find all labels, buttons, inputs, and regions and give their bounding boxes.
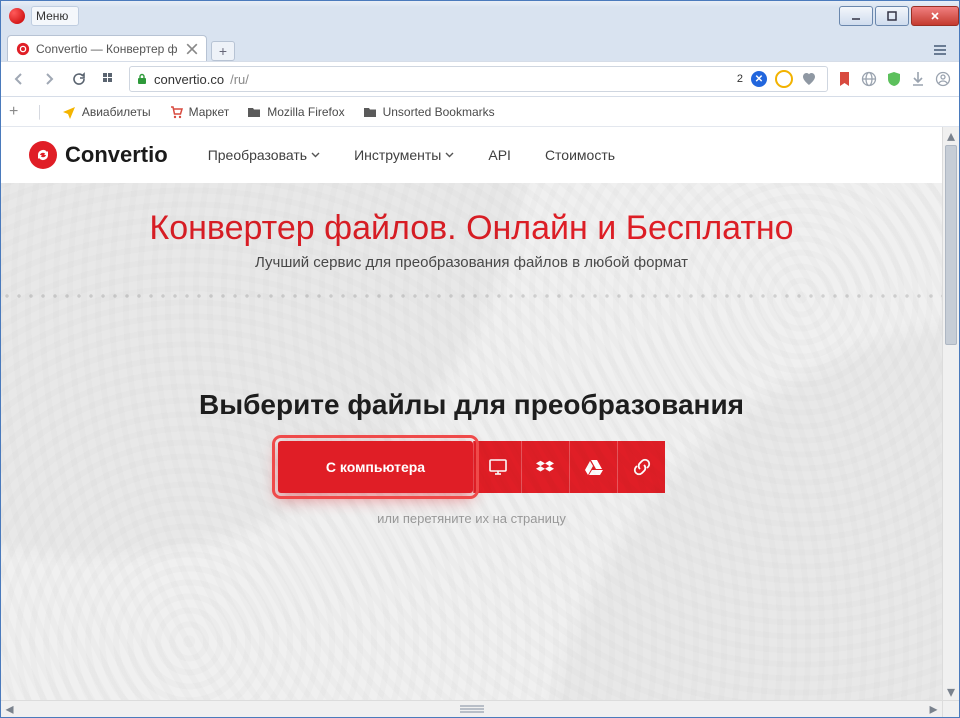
tab-close-icon[interactable] bbox=[186, 43, 198, 55]
nav-api[interactable]: API bbox=[488, 147, 511, 163]
globe-icon[interactable] bbox=[861, 71, 877, 87]
tab-bar: Convertio — Конвертер ф + bbox=[1, 31, 959, 61]
menu-button[interactable]: Меню bbox=[31, 6, 79, 26]
speed-dial-button[interactable] bbox=[99, 69, 119, 89]
nav-label: Преобразовать bbox=[208, 147, 307, 163]
nav-forward-button[interactable] bbox=[39, 69, 59, 89]
download-icon[interactable] bbox=[911, 71, 925, 87]
cart-icon bbox=[169, 105, 183, 119]
nav-reload-button[interactable] bbox=[69, 69, 89, 89]
nav-tools[interactable]: Инструменты bbox=[354, 147, 454, 163]
site-logo[interactable]: Convertio bbox=[29, 141, 168, 169]
select-files-title: Выберите файлы для преобразования bbox=[1, 389, 942, 421]
bookmark-label: Авиабилеты bbox=[82, 105, 151, 119]
nav-label: Стоимость bbox=[545, 147, 615, 163]
scroll-left-button[interactable]: ◂ bbox=[1, 701, 18, 717]
nav-pricing[interactable]: Стоимость bbox=[545, 147, 615, 163]
horizontal-scrollbar[interactable]: ◂ ▸ bbox=[1, 700, 942, 717]
from-url-button[interactable] bbox=[617, 441, 665, 493]
chevron-down-icon bbox=[445, 152, 454, 158]
bookmark-item[interactable]: Unsorted Bookmarks bbox=[363, 105, 495, 119]
bookmark-item[interactable]: Mozilla Firefox bbox=[247, 105, 344, 119]
google-drive-icon bbox=[584, 457, 604, 477]
bookmark-label: Unsorted Bookmarks bbox=[383, 105, 495, 119]
new-tab-button[interactable]: + bbox=[211, 41, 235, 61]
hero-section: Конвертер файлов. Онлайн и Бесплатно Луч… bbox=[1, 183, 942, 700]
nav-label: API bbox=[488, 147, 511, 163]
site-header: Convertio Преобразовать Инструменты API bbox=[1, 127, 942, 183]
scroll-corner bbox=[942, 700, 959, 717]
divider-dotted bbox=[1, 293, 942, 299]
scroll-up-button[interactable]: ▴ bbox=[943, 127, 959, 144]
upload-buttons-row: С компьютера bbox=[1, 441, 942, 493]
from-dropbox-button[interactable] bbox=[521, 441, 569, 493]
bookmark-item[interactable]: Авиабилеты bbox=[62, 105, 151, 119]
from-computer-button[interactable]: С компьютера bbox=[278, 441, 473, 493]
bookmark-ribbon-icon[interactable] bbox=[838, 71, 851, 87]
add-bookmark-button[interactable]: + bbox=[9, 103, 18, 121]
folder-icon bbox=[247, 105, 261, 119]
shield-icon[interactable] bbox=[887, 71, 901, 87]
site-nav: Преобразовать Инструменты API Стоимость bbox=[208, 147, 615, 163]
nav-back-button[interactable] bbox=[9, 69, 29, 89]
chevron-down-icon bbox=[311, 152, 320, 158]
convertio-logo-icon bbox=[29, 141, 57, 169]
bookmark-item[interactable]: Маркет bbox=[169, 105, 230, 119]
convertio-favicon-icon bbox=[16, 42, 30, 56]
window-minimize-button[interactable] bbox=[839, 6, 873, 26]
window-titlebar: Меню bbox=[1, 1, 959, 31]
scroll-grip-icon bbox=[460, 704, 484, 714]
link-icon bbox=[632, 457, 652, 477]
heart-icon[interactable] bbox=[801, 71, 817, 87]
blocker-icon[interactable]: ✕ bbox=[751, 71, 767, 87]
bookmarks-bar: + │ Авиабилеты Маркет Mozilla Firefox Un… bbox=[1, 97, 959, 127]
scroll-thumb[interactable] bbox=[945, 145, 957, 345]
profile-icon[interactable] bbox=[935, 71, 951, 87]
url-input[interactable]: convertio.co/ru/ 2 ✕ bbox=[129, 66, 828, 92]
hero-subtitle: Лучший сервис для преобразования файлов … bbox=[1, 254, 942, 271]
hero-title: Конвертер файлов. Онлайн и Бесплатно bbox=[1, 209, 942, 248]
opera-icon bbox=[9, 8, 25, 24]
from-device-button[interactable] bbox=[473, 441, 521, 493]
bookmark-label: Mozilla Firefox bbox=[267, 105, 344, 119]
plane-icon bbox=[62, 105, 76, 119]
tab-active[interactable]: Convertio — Конвертер ф bbox=[7, 35, 207, 61]
monitor-icon bbox=[488, 457, 508, 477]
window-maximize-button[interactable] bbox=[875, 6, 909, 26]
page-content: Convertio Преобразовать Инструменты API bbox=[1, 127, 942, 700]
extension-badge-count: 2 bbox=[737, 73, 743, 85]
address-bar: convertio.co/ru/ 2 ✕ bbox=[1, 61, 959, 97]
drag-hint-text: или перетяните их на страницу bbox=[1, 511, 942, 526]
site-brand-text: Convertio bbox=[65, 142, 168, 168]
bookmark-label: Маркет bbox=[189, 105, 230, 119]
dropbox-icon bbox=[536, 457, 556, 477]
folder-icon bbox=[363, 105, 377, 119]
nav-label: Инструменты bbox=[354, 147, 441, 163]
tab-title: Convertio — Конвертер ф bbox=[36, 42, 180, 56]
from-google-drive-button[interactable] bbox=[569, 441, 617, 493]
window-close-button[interactable] bbox=[911, 6, 959, 26]
vpn-icon[interactable] bbox=[775, 70, 793, 88]
url-path: /ru/ bbox=[230, 72, 249, 87]
lock-icon bbox=[136, 73, 148, 85]
scroll-down-button[interactable]: ▾ bbox=[943, 683, 959, 700]
vertical-scrollbar[interactable]: ▴ ▾ bbox=[942, 127, 959, 700]
tabbar-settings-icon[interactable] bbox=[929, 39, 951, 61]
scroll-right-button[interactable]: ▸ bbox=[925, 701, 942, 717]
url-host: convertio.co bbox=[154, 72, 224, 87]
nav-convert[interactable]: Преобразовать bbox=[208, 147, 320, 163]
